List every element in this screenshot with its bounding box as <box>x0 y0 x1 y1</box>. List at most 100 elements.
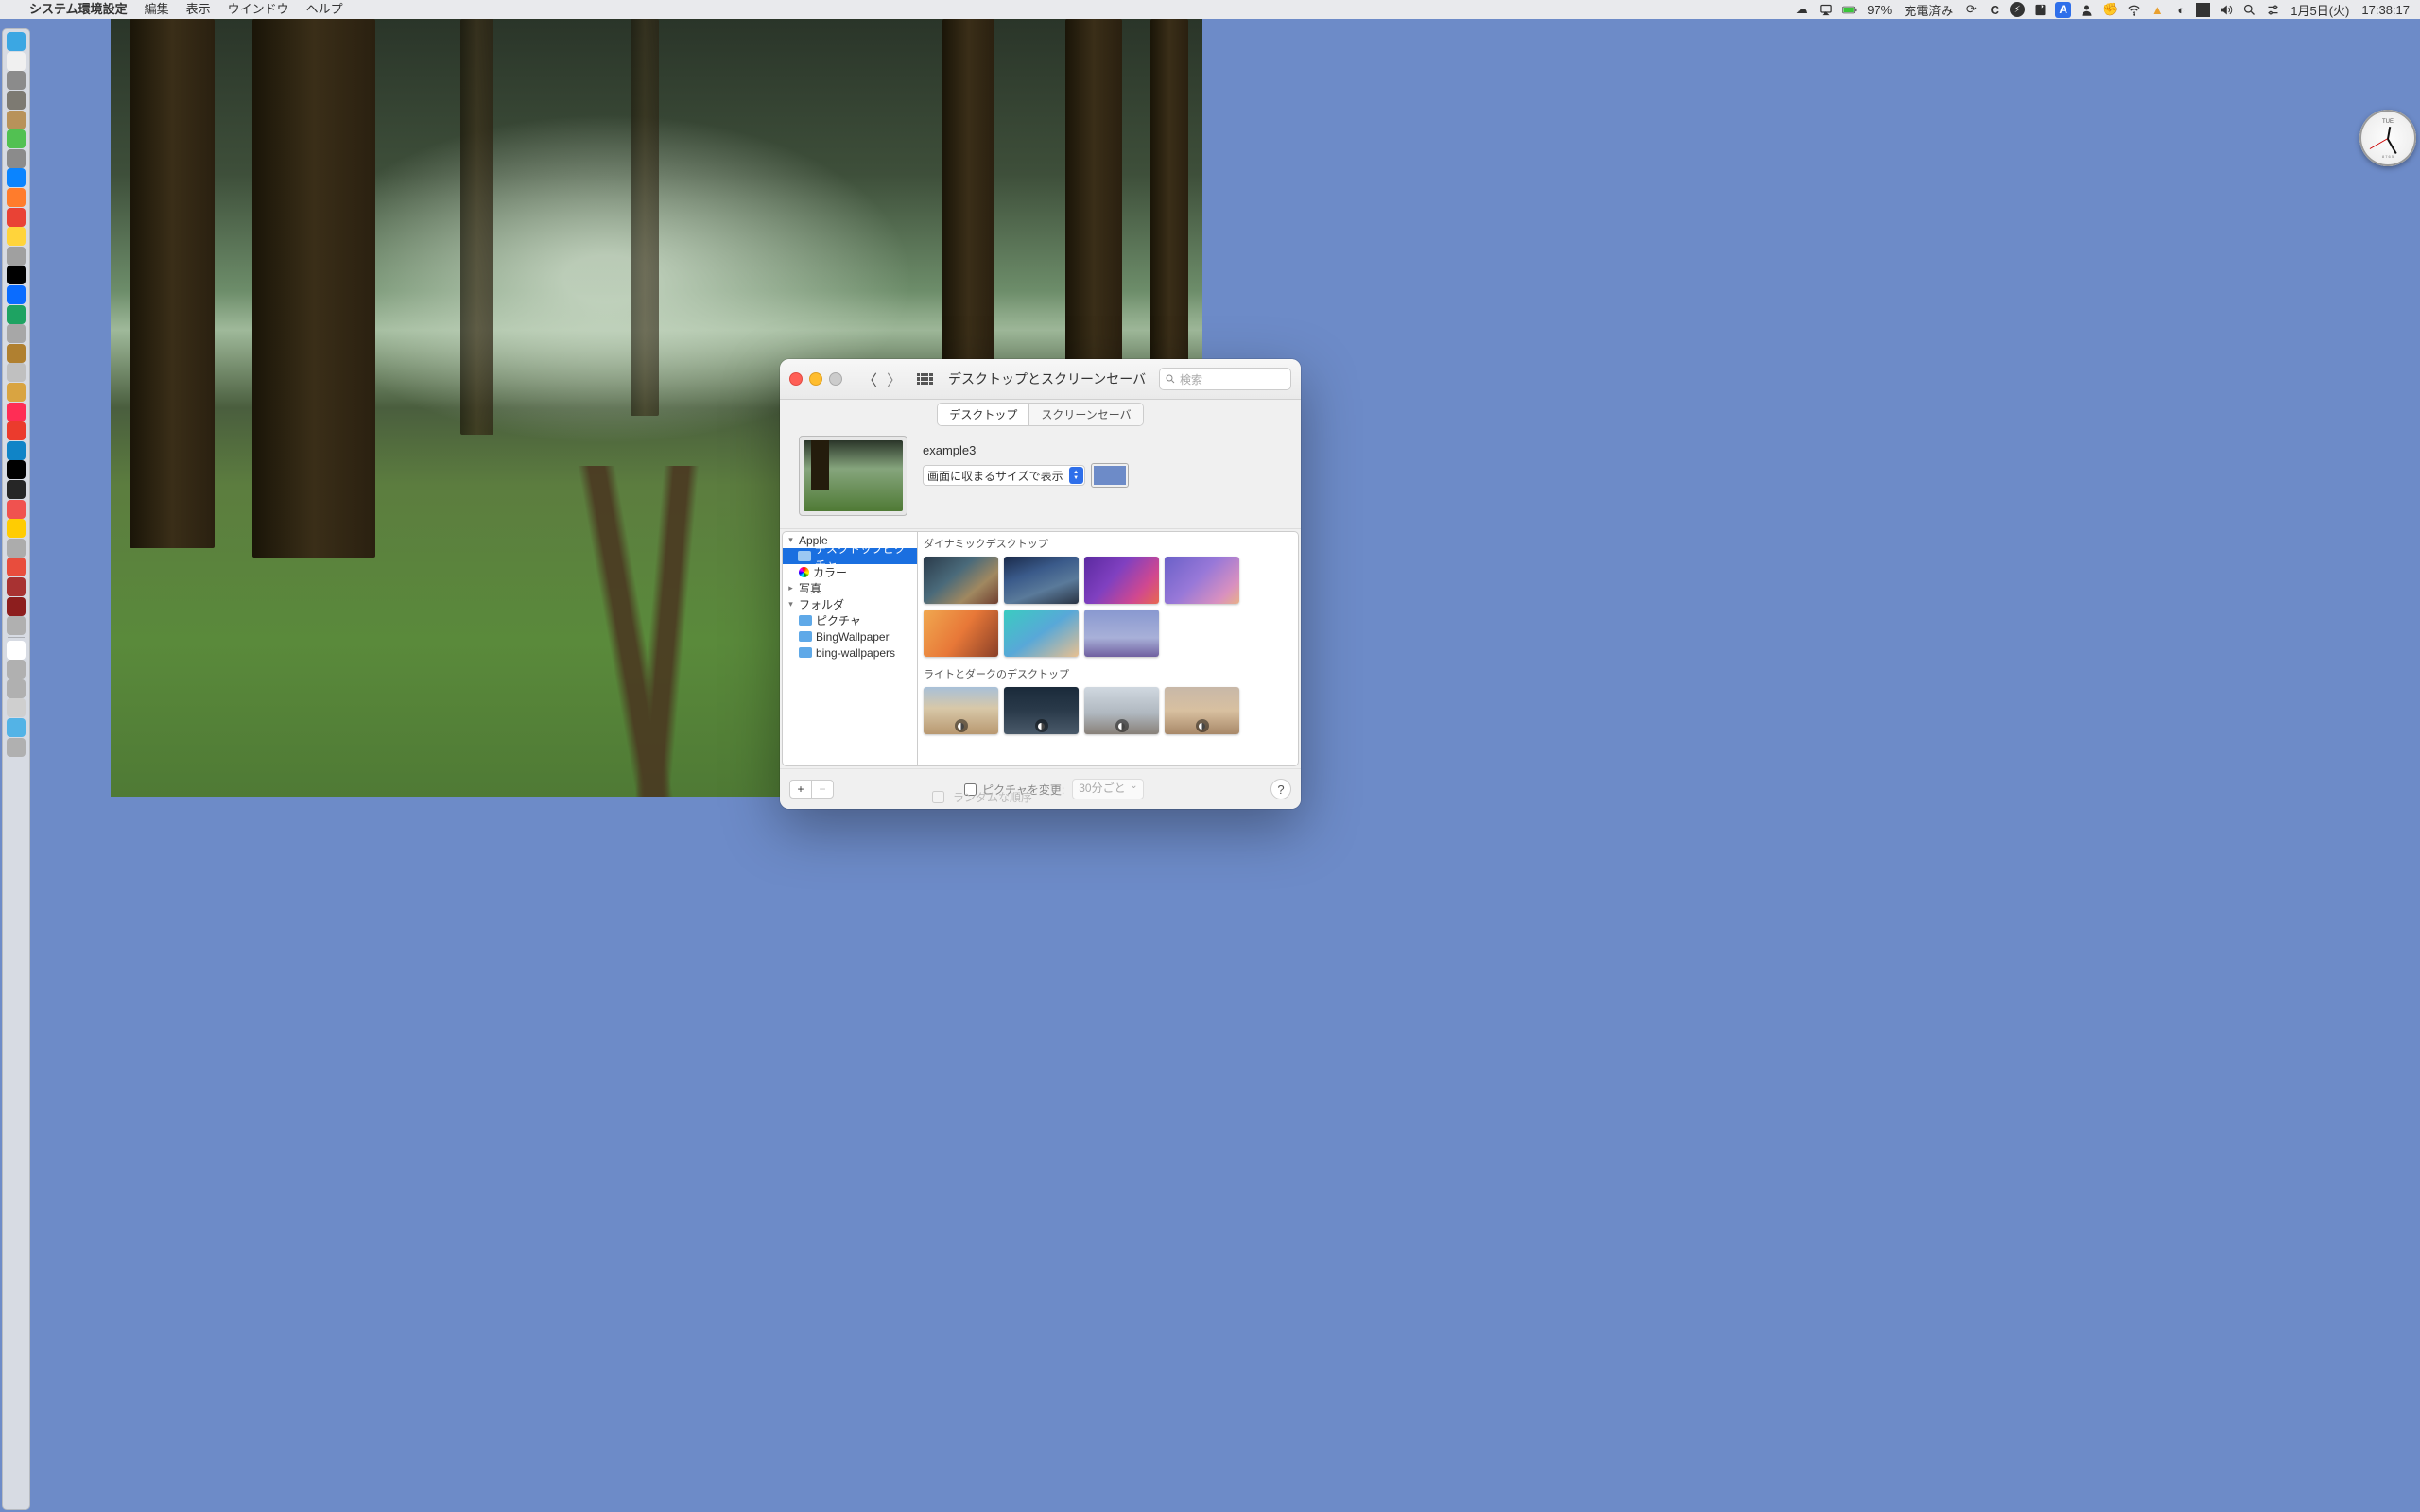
dock-item[interactable] <box>7 285 26 304</box>
search-icon <box>1165 373 1176 385</box>
menubar-time[interactable]: 17:38:17 <box>2359 3 2412 17</box>
dock-item[interactable] <box>7 403 26 421</box>
sidebar-item-desktop-pictures[interactable]: デスクトップピクチャ <box>783 548 917 564</box>
dock-item[interactable] <box>7 129 26 148</box>
wallpaper-thumb[interactable] <box>1084 557 1159 604</box>
wallpaper-gallery[interactable]: ダイナミックデスクトップ ライトとダークのデスクトップ <box>917 531 1299 766</box>
dock-item[interactable] <box>7 71 26 90</box>
menu-edit[interactable]: 編集 <box>136 0 178 19</box>
dock-item[interactable] <box>7 208 26 227</box>
sidebar-item-bingwallpaper[interactable]: BingWallpaper <box>783 628 917 644</box>
wallpaper-thumb[interactable] <box>924 557 998 604</box>
volume-icon[interactable] <box>2217 1 2234 18</box>
dock-item[interactable] <box>7 363 26 382</box>
dock-item[interactable] <box>7 597 26 616</box>
dock-item[interactable] <box>7 324 26 343</box>
dock-item[interactable] <box>7 660 26 679</box>
dock-item[interactable] <box>7 344 26 363</box>
wallpaper-thumb[interactable] <box>1004 557 1079 604</box>
dock-item[interactable] <box>7 188 26 207</box>
dock-item[interactable] <box>7 558 26 576</box>
tab-screensaver[interactable]: スクリーンセーバ <box>1028 404 1142 425</box>
dock-item[interactable] <box>7 227 26 246</box>
bolt-icon[interactable]: ⚡︎ <box>2010 2 2025 17</box>
battery-icon[interactable] <box>1841 1 1858 18</box>
sidebar-item-pictures[interactable]: ピクチャ <box>783 612 917 628</box>
clock-day: TUE <box>2382 119 2394 125</box>
control-center-icon[interactable] <box>2264 1 2281 18</box>
menu-help[interactable]: ヘルプ <box>298 0 352 19</box>
close-button[interactable] <box>789 372 803 386</box>
dock-item[interactable] <box>7 91 26 110</box>
help-button[interactable]: ? <box>1270 779 1291 799</box>
search-field[interactable]: 検索 <box>1159 368 1291 390</box>
wallpaper-thumb[interactable] <box>1165 557 1239 604</box>
spotlight-icon[interactable] <box>2240 1 2257 18</box>
dock-item[interactable] <box>7 305 26 324</box>
airplay-icon[interactable] <box>1817 1 1834 18</box>
dock-item[interactable] <box>7 168 26 187</box>
crescent-icon[interactable]: C <box>1986 1 2003 18</box>
fill-color-well[interactable] <box>1091 463 1129 488</box>
window-titlebar[interactable]: 〈 〉 デスクトップとスクリーンセーバ 検索 <box>780 359 1301 400</box>
wallpaper-thumb[interactable] <box>1004 687 1079 734</box>
dock-item[interactable] <box>7 247 26 266</box>
dock-item[interactable] <box>7 480 26 499</box>
timemachine-icon[interactable]: ⟳ <box>1962 1 1979 18</box>
traffic-lights <box>789 372 842 386</box>
dock-item[interactable] <box>7 519 26 538</box>
input-source-icon[interactable]: A <box>2055 2 2071 18</box>
wallpaper-thumb[interactable] <box>1004 610 1079 657</box>
dock-item[interactable] <box>7 679 26 698</box>
search-placeholder: 検索 <box>1180 371 1202 387</box>
sidebar-group-folders[interactable]: ▾フォルダ <box>783 596 917 612</box>
dock-item[interactable] <box>7 149 26 168</box>
dock-item[interactable] <box>7 441 26 460</box>
back-button[interactable]: 〈 <box>861 370 878 387</box>
show-all-button[interactable] <box>916 370 933 387</box>
dock-item[interactable] <box>7 421 26 440</box>
sidebar-item-bing-wallpapers[interactable]: bing-wallpapers <box>783 644 917 661</box>
dock-item[interactable] <box>7 738 26 757</box>
minimize-button[interactable] <box>809 372 822 386</box>
dock-item[interactable] <box>7 266 26 284</box>
zoom-button <box>829 372 842 386</box>
app-menu[interactable]: システム環境設定 <box>21 0 136 19</box>
square-icon[interactable] <box>2196 3 2210 17</box>
dock-item[interactable] <box>7 539 26 558</box>
dock-item[interactable] <box>7 383 26 402</box>
tab-desktop[interactable]: デスクトップ <box>938 404 1028 425</box>
wifi-icon[interactable] <box>2125 1 2142 18</box>
wallpaper-thumb[interactable] <box>1165 687 1239 734</box>
menubar-date[interactable]: 1月5日(火) <box>2288 1 2352 19</box>
fit-mode-popup[interactable]: 画面に収まるサイズで表示 ▲▼ <box>923 465 1085 486</box>
clock-widget[interactable]: TUE 8 7 6 5 <box>2360 110 2416 166</box>
wallpaper-thumb[interactable] <box>924 610 998 657</box>
dock-item[interactable] <box>7 718 26 737</box>
wallpaper-thumb[interactable] <box>1084 610 1159 657</box>
change-interval-popup: 30分ごと <box>1072 779 1143 799</box>
dock-item[interactable] <box>7 641 26 660</box>
sidebar-group-photos[interactable]: ▸写真 <box>783 580 917 596</box>
menu-window[interactable]: ウインドウ <box>219 0 298 19</box>
dock-item[interactable] <box>7 32 26 51</box>
dock-item[interactable] <box>7 111 26 129</box>
cloud-icon[interactable]: ☁︎ <box>1793 1 1810 18</box>
hand-icon[interactable]: ✊ <box>2101 1 2118 18</box>
note-icon[interactable] <box>2031 1 2048 18</box>
folder-icon <box>799 631 812 642</box>
add-folder-button[interactable]: + <box>790 781 811 798</box>
menu-view[interactable]: 表示 <box>178 0 219 19</box>
gallery-header-dynamic: ダイナミックデスクトップ <box>924 534 1292 553</box>
triangle-icon[interactable]: ▲ <box>2149 1 2166 18</box>
dock-item[interactable] <box>7 500 26 519</box>
dock-item[interactable] <box>7 698 26 717</box>
dock-item[interactable] <box>7 52 26 71</box>
user-icon[interactable] <box>2078 1 2095 18</box>
dock-item[interactable] <box>7 577 26 596</box>
wallpaper-thumb[interactable] <box>1084 687 1159 734</box>
dock-item[interactable] <box>7 460 26 479</box>
dock-item[interactable] <box>7 616 26 635</box>
circle-icon[interactable]: ◐ <box>2172 1 2189 18</box>
wallpaper-thumb[interactable] <box>924 687 998 734</box>
